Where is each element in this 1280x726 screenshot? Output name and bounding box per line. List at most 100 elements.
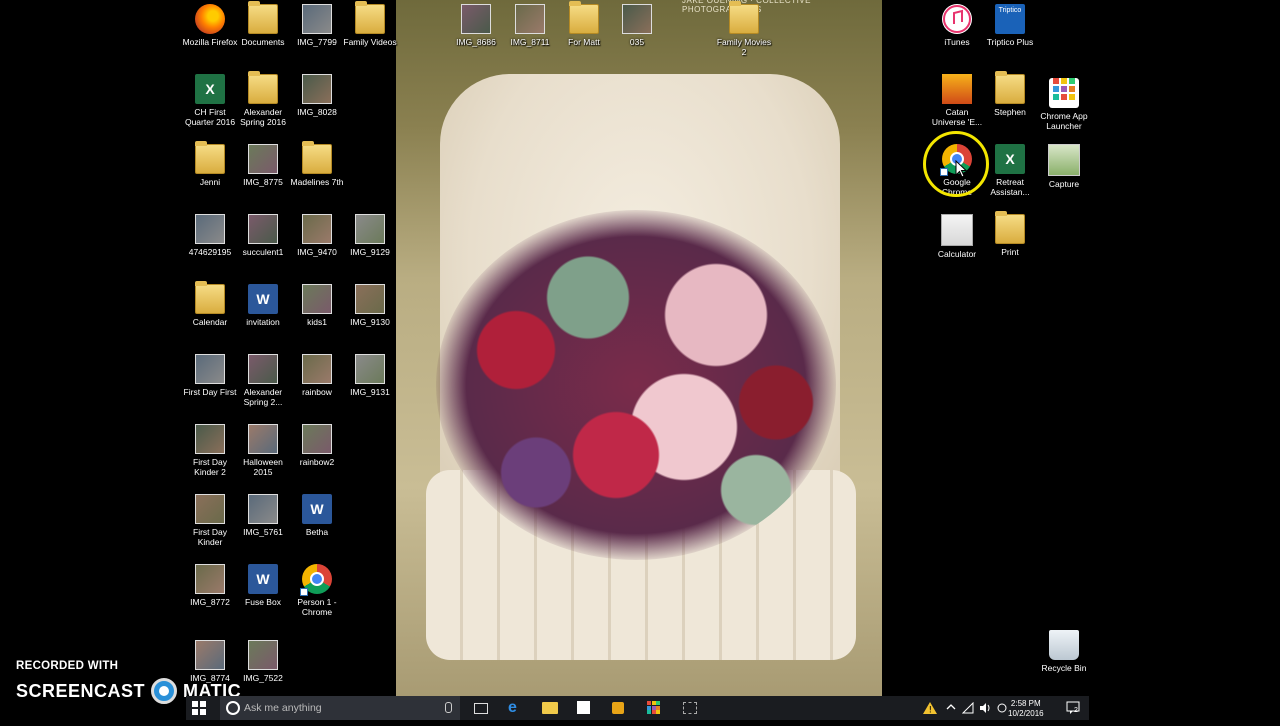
desktop-icon-label: 474629195: [188, 247, 232, 257]
desktop-icon-betha[interactable]: W Betha: [289, 494, 345, 537]
desktop-icon-fuse-box[interactable]: W Fuse Box: [235, 564, 291, 607]
image-thumbnail-icon: [248, 354, 278, 384]
desktop-icon-label: Halloween 2015: [243, 457, 283, 477]
desktop-icon-alexander-spring-2016[interactable]: Alexander Spring 2016: [235, 71, 291, 127]
search-placeholder: Ask me anything: [244, 702, 322, 714]
desktop-icon-madelines-7th[interactable]: Madelines 7th: [289, 141, 345, 187]
desktop-icon-documents[interactable]: Documents: [235, 1, 291, 47]
desktop-icon-img-7522[interactable]: IMG_7522: [235, 640, 291, 683]
microphone-icon[interactable]: [445, 702, 452, 713]
file-explorer-icon[interactable]: [542, 702, 558, 714]
desktop-icon-ch-first-quarter-2016[interactable]: X CH First Quarter 2016: [182, 74, 238, 127]
desktop-icon-calendar[interactable]: Calendar: [182, 281, 238, 327]
warning-tray-icon[interactable]: !: [922, 701, 938, 725]
desktop-icon-itunes[interactable]: iTunes: [929, 4, 985, 47]
desktop-icon-label: IMG_9470: [297, 247, 337, 257]
desktop-icon-halloween-2015[interactable]: Halloween 2015: [235, 424, 291, 477]
volume-icon[interactable]: [979, 702, 991, 726]
desktop-icon-family-videos[interactable]: Family Videos: [342, 1, 398, 47]
edge-browser-icon[interactable]: e: [508, 700, 524, 716]
desktop-icon-invitation[interactable]: Winvitation: [235, 284, 291, 327]
image-thumbnail-icon: [302, 354, 332, 384]
store-icon[interactable]: [577, 701, 590, 714]
desktop-icon-img-8686[interactable]: IMG_8686: [448, 4, 504, 47]
desktop-icon-alexander-spring-2[interactable]: Alexander Spring 2...: [235, 354, 291, 407]
catan-icon: [942, 74, 972, 104]
task-view-icon[interactable]: [474, 703, 488, 714]
people-sync-icon[interactable]: [996, 702, 1008, 726]
desktop-icon-label: Person 1 - Chrome: [297, 597, 337, 617]
desktop-icon-print[interactable]: Print: [982, 211, 1038, 257]
excel-file-icon: X: [995, 144, 1025, 174]
desktop-icon-label: Betha: [305, 527, 329, 537]
desktop-icon-label: Jenni: [199, 177, 221, 187]
notification-count: 2: [1074, 707, 1078, 714]
show-hidden-icons-chevron-icon[interactable]: [946, 702, 956, 726]
svg-text:!: !: [929, 706, 933, 716]
desktop-icon-person-1-chrome[interactable]: Person 1 - Chrome: [289, 564, 345, 617]
desktop-icon-label: Madelines 7th: [290, 177, 344, 187]
desktop-icon-img-7799[interactable]: IMG_7799: [289, 4, 345, 47]
desktop-icon-label: Documents: [241, 37, 285, 47]
chrome-app-launcher-taskbar-icon[interactable]: [647, 701, 660, 714]
desktop-icon-img-9470[interactable]: IMG_9470: [289, 214, 345, 257]
desktop-icon-label: IMG_8772: [190, 597, 230, 607]
desktop-icon-rainbow2[interactable]: rainbow2: [289, 424, 345, 467]
desktop-icon-035[interactable]: 035: [609, 4, 665, 47]
folder-icon: [248, 1, 278, 34]
desktop-icon-first-day-first[interactable]: First Day First: [182, 354, 238, 397]
desktop-icon-label: IMG_9130: [350, 317, 390, 327]
desktop-icon-for-matt[interactable]: For Matt: [556, 1, 612, 47]
desktop-icon-img-8772[interactable]: IMG_8772: [182, 564, 238, 607]
desktop-icon-jenni[interactable]: Jenni: [182, 141, 238, 187]
cortana-search-box[interactable]: Ask me anything: [220, 696, 460, 720]
windows-start-icon[interactable]: [192, 701, 206, 715]
network-icon[interactable]: [961, 701, 974, 726]
desktop-wallpaper: JAKE OUENING · COLLECTIVE PHOTOGRAPHERS: [396, 0, 882, 696]
desktop-icon-capture[interactable]: Capture: [1036, 144, 1092, 189]
desktop-icon-triptico-plus[interactable]: Triptico Triptico Plus: [982, 4, 1038, 47]
folder-icon: [355, 1, 385, 34]
desktop-icon-img-8775[interactable]: IMG_8775: [235, 144, 291, 187]
desktop-icon-recycle-bin[interactable]: Recycle Bin: [1036, 630, 1092, 673]
recycle-bin-icon: [1049, 630, 1079, 660]
snipping-tool-icon[interactable]: [683, 702, 697, 714]
desktop-icon-succulent1[interactable]: succulent1: [235, 214, 291, 257]
image-thumbnail-icon: [302, 4, 332, 34]
desktop-icon-chrome-app-launcher[interactable]: Chrome App Launcher: [1036, 74, 1092, 131]
image-thumbnail-icon: [248, 494, 278, 524]
desktop-icon-label: IMG_7799: [297, 37, 337, 47]
desktop-icon-img-9129[interactable]: IMG_9129: [342, 214, 398, 257]
action-center-icon[interactable]: 2: [1066, 701, 1082, 725]
desktop-icon-img-9130[interactable]: IMG_9130: [342, 284, 398, 327]
desktop-icon-label: Catan Universe 'E...: [931, 107, 983, 127]
image-thumbnail-icon: [355, 284, 385, 314]
image-thumbnail-icon: [622, 4, 652, 34]
desktop-icon-catan-universe-e[interactable]: Catan Universe 'E...: [929, 74, 985, 127]
desktop-icon-family-movies-2[interactable]: Family Movies 2: [716, 1, 772, 57]
desktop-icon-label: Alexander Spring 2016: [240, 107, 286, 127]
desktop-icon-first-day-kinder-2[interactable]: First Day Kinder 2: [182, 424, 238, 477]
desktop-icon-label: CH First Quarter 2016: [184, 107, 236, 127]
desktop-icon-img-8028[interactable]: IMG_8028: [289, 74, 345, 117]
desktop-icon-calculator[interactable]: Calculator: [929, 214, 985, 259]
desktop-icon-label: Chrome App Launcher: [1040, 111, 1088, 131]
folder-icon: [195, 281, 225, 314]
desktop-icon-474629195[interactable]: 474629195: [182, 214, 238, 257]
desktop-icon-first-day-kinder[interactable]: First Day Kinder: [182, 494, 238, 547]
desktop-icon-retreat-assistan[interactable]: X Retreat Assistan...: [982, 144, 1038, 197]
desktop-icon-mozilla-firefox[interactable]: Mozilla Firefox: [182, 4, 238, 47]
desktop-icon-rainbow[interactable]: rainbow: [289, 354, 345, 397]
image-thumbnail-icon: [302, 74, 332, 104]
system-clock[interactable]: 2:58 PM 10/2/2016: [1008, 699, 1044, 719]
desktop-icon-kids1[interactable]: kids1: [289, 284, 345, 327]
desktop-icon-img-8711[interactable]: IMG_8711: [502, 4, 558, 47]
folder-icon: [569, 1, 599, 34]
taskbar: Ask me anything e ! 2:58 PM 10/2/2016 2: [186, 696, 1089, 720]
desktop-icon-img-9131[interactable]: IMG_9131: [342, 354, 398, 397]
media-player-icon[interactable]: [612, 702, 624, 714]
desktop-icon-img-5761[interactable]: IMG_5761: [235, 494, 291, 537]
image-thumbnail-icon: [302, 424, 332, 454]
folder-icon: [995, 211, 1025, 244]
desktop-icon-stephen[interactable]: Stephen: [982, 71, 1038, 117]
